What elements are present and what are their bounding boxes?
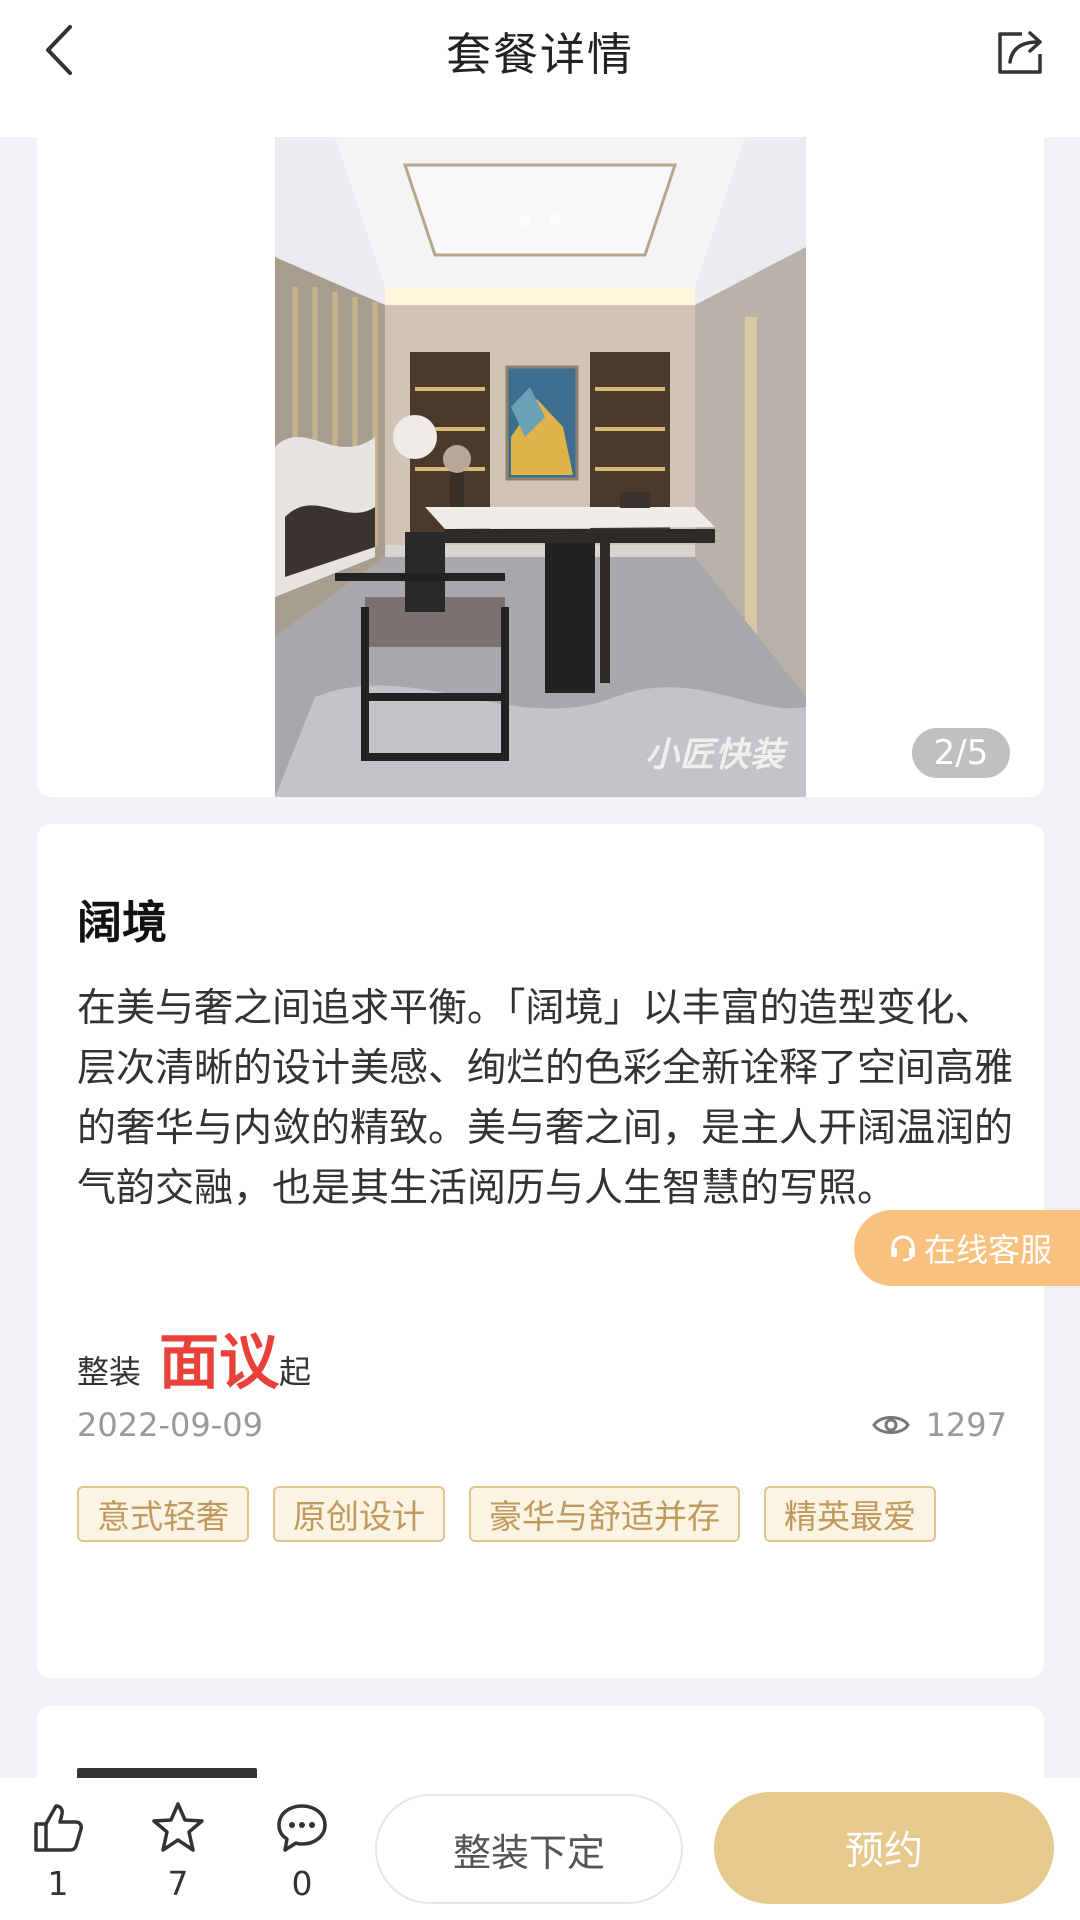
like-count: 1 — [47, 1864, 69, 1903]
price-value: 面议 — [159, 1328, 280, 1398]
headset-icon — [891, 1235, 915, 1262]
tag-list: 意式轻奢 原创设计 豪华与舒适并存 精英最爱 — [77, 1486, 977, 1564]
online-service-label: 在线客服 — [924, 1231, 1053, 1269]
image-page-counter: 2/5 — [912, 728, 1010, 778]
price-row: 整装 面议 起 — [77, 1314, 311, 1401]
package-name: 阔境 — [77, 896, 168, 949]
eye-icon — [871, 1416, 910, 1434]
view-count-value: 1297 — [925, 1406, 1007, 1444]
view-count: 1297 — [871, 1406, 1007, 1444]
app-header: 套餐详情 — [0, 0, 1080, 137]
publish-date: 2022-09-09 — [77, 1406, 263, 1444]
tag[interactable]: 原创设计 — [273, 1486, 445, 1542]
favorite-count: 7 — [167, 1864, 189, 1903]
bottom-action-bar: 1 7 0 整装下定 预约 — [0, 1778, 1080, 1920]
tag[interactable]: 精英最爱 — [764, 1486, 936, 1542]
price-prefix: 整装 — [77, 1353, 142, 1391]
interior-room-image — [275, 137, 806, 797]
tag[interactable]: 意式轻奢 — [77, 1486, 249, 1542]
favorite-button[interactable]: 7 — [138, 1800, 218, 1903]
share-icon — [998, 31, 1042, 74]
comment-count: 0 — [291, 1864, 313, 1903]
thumbs-up-icon — [34, 1804, 83, 1852]
tag[interactable]: 豪华与舒适并存 — [469, 1486, 740, 1542]
online-service-button[interactable]: 在线客服 — [854, 1210, 1080, 1286]
package-description: 在美与奢之间追求平衡。「阔境」以丰富的造型变化、层次清晰的设计美感、绚烂的色彩全… — [77, 986, 1014, 1211]
comment-icon — [277, 1804, 327, 1852]
meta-row: 2022-09-09 1297 — [77, 1406, 1007, 1446]
comment-button[interactable]: 0 — [262, 1800, 342, 1903]
package-photo[interactable]: 小匠快装 — [275, 137, 806, 797]
price-suffix: 起 — [279, 1353, 312, 1391]
book-appointment-button[interactable]: 预约 — [714, 1792, 1054, 1904]
image-gallery[interactable]: 小匠快装 2/5 — [37, 137, 1044, 797]
page-title: 套餐详情 — [445, 28, 634, 81]
like-button[interactable]: 1 — [18, 1800, 98, 1903]
watermark-logo: 小匠快装 — [645, 735, 785, 775]
full-renovation-order-button[interactable]: 整装下定 — [375, 1794, 683, 1904]
share-button[interactable] — [988, 20, 1052, 84]
star-icon — [152, 1802, 204, 1852]
